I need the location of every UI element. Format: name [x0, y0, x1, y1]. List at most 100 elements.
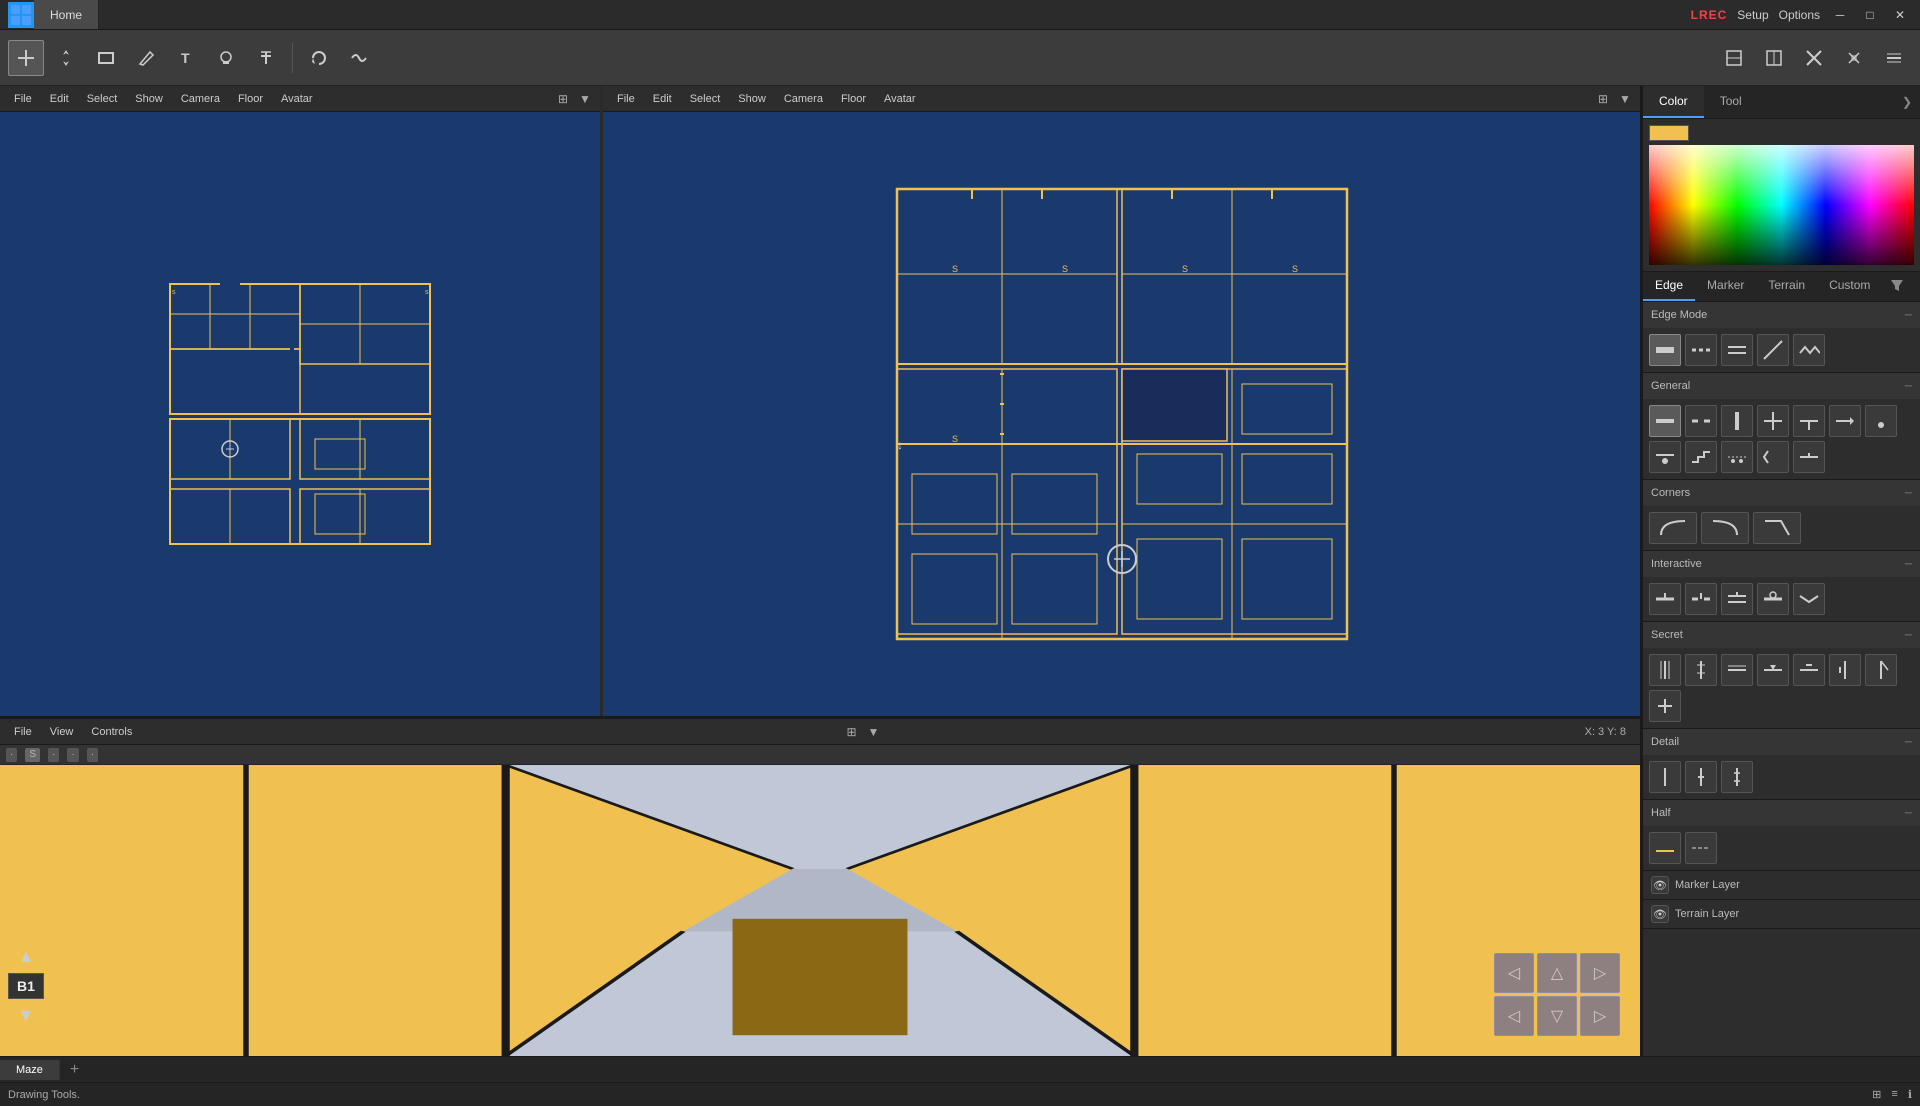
left-menu-show[interactable]: Show: [127, 90, 171, 108]
tool-rotate[interactable]: [301, 40, 337, 76]
timeline-seg-4[interactable]: ·: [67, 748, 78, 762]
edge-dashed[interactable]: [1685, 334, 1717, 366]
color-tab[interactable]: Color: [1643, 86, 1704, 118]
tool-select[interactable]: [8, 40, 44, 76]
half-2[interactable]: [1685, 832, 1717, 864]
gen-wall-gap[interactable]: [1685, 405, 1717, 437]
gen-line-dot[interactable]: [1649, 441, 1681, 473]
right-menu-icon[interactable]: ▼: [1616, 90, 1634, 108]
marker-layer-item[interactable]: 👁 Marker Layer: [1643, 871, 1920, 900]
layers-icon[interactable]: ≡: [1891, 1088, 1897, 1101]
half-header[interactable]: Half ─: [1643, 800, 1920, 826]
color-gradient[interactable]: [1649, 145, 1914, 265]
sec-4[interactable]: [1757, 654, 1789, 686]
nav-left-2[interactable]: ◁: [1494, 996, 1534, 1036]
gen-step[interactable]: [1685, 441, 1717, 473]
left-menu-select[interactable]: Select: [79, 90, 126, 108]
tool-right-1[interactable]: [1716, 40, 1752, 76]
det-1[interactable]: [1649, 761, 1681, 793]
sec-1[interactable]: [1649, 654, 1681, 686]
nav-down[interactable]: ▽: [1537, 996, 1577, 1036]
right-menu-select[interactable]: Select: [682, 90, 729, 108]
gen-dot[interactable]: [1865, 405, 1897, 437]
general-header[interactable]: General ─: [1643, 373, 1920, 399]
half-1[interactable]: [1649, 832, 1681, 864]
bottom-menu-view[interactable]: View: [42, 723, 82, 741]
terrain-tab[interactable]: Terrain: [1756, 272, 1817, 301]
gen-dots-line[interactable]: [1721, 441, 1753, 473]
gen-pillar[interactable]: [1721, 405, 1753, 437]
maze-tab[interactable]: Maze: [0, 1060, 60, 1080]
tool-pin[interactable]: [248, 40, 284, 76]
tool-right-2[interactable]: [1756, 40, 1792, 76]
edge-tab[interactable]: Edge: [1643, 272, 1695, 301]
sec-plus[interactable]: [1649, 690, 1681, 722]
info-icon[interactable]: ℹ: [1908, 1088, 1912, 1101]
style-filter[interactable]: [1882, 272, 1912, 301]
right-viewport-canvas[interactable]: S S S S S ↕: [603, 112, 1640, 716]
marker-tab[interactable]: Marker: [1695, 272, 1756, 301]
secret-header[interactable]: Secret ─: [1643, 622, 1920, 648]
terrain-layer-eye[interactable]: 👁: [1651, 905, 1669, 923]
right-expand-icon[interactable]: ⊞: [1594, 90, 1612, 108]
terrain-layer-item[interactable]: 👁 Terrain Layer: [1643, 900, 1920, 929]
gen-t-cross[interactable]: [1793, 405, 1825, 437]
tool-tab[interactable]: Tool: [1704, 86, 1758, 118]
gen-cross[interactable]: [1757, 405, 1789, 437]
nav-left-1[interactable]: ◁: [1494, 953, 1534, 993]
nav-right-2[interactable]: ▷: [1580, 996, 1620, 1036]
level-up-arrow[interactable]: ▲: [17, 946, 35, 967]
int-gate[interactable]: [1685, 583, 1717, 615]
bottom-expand-icon[interactable]: ⊞: [842, 723, 860, 741]
tool-right-5[interactable]: [1876, 40, 1912, 76]
left-expand-icon[interactable]: ⊞: [554, 90, 572, 108]
left-menu-camera[interactable]: Camera: [173, 90, 228, 108]
nav-right-1[interactable]: ▷: [1580, 953, 1620, 993]
corners-header[interactable]: Corners ─: [1643, 480, 1920, 506]
right-menu-avatar[interactable]: Avatar: [876, 90, 924, 108]
left-menu-edit[interactable]: Edit: [42, 90, 77, 108]
timeline-seg-5[interactable]: ·: [87, 748, 98, 762]
right-menu-edit[interactable]: Edit: [645, 90, 680, 108]
left-menu-floor[interactable]: Floor: [230, 90, 271, 108]
timeline-seg-3[interactable]: ·: [48, 748, 59, 762]
edge-double[interactable]: [1721, 334, 1753, 366]
color-swatch[interactable]: [1649, 125, 1689, 141]
close-button[interactable]: ✕: [1890, 5, 1910, 25]
edge-solid[interactable]: [1649, 334, 1681, 366]
marker-layer-eye[interactable]: 👁: [1651, 876, 1669, 894]
level-down-arrow[interactable]: ▼: [17, 1005, 35, 1026]
right-menu-floor[interactable]: Floor: [833, 90, 874, 108]
custom-tab[interactable]: Custom: [1817, 272, 1882, 301]
sec-2[interactable]: [1685, 654, 1717, 686]
corner-round-left[interactable]: [1649, 512, 1697, 544]
bottom-menu-file[interactable]: File: [6, 723, 40, 741]
timeline-seg-s[interactable]: S: [25, 748, 40, 762]
det-2[interactable]: [1685, 761, 1717, 793]
tool-special[interactable]: [341, 40, 377, 76]
right-menu-show[interactable]: Show: [730, 90, 774, 108]
bottom-menu-icon[interactable]: ▼: [864, 723, 882, 741]
right-menu-file[interactable]: File: [609, 90, 643, 108]
options-link[interactable]: Options: [1779, 8, 1820, 22]
timeline-seg-1[interactable]: ·: [6, 748, 17, 762]
left-viewport-canvas[interactable]: s s: [0, 112, 600, 716]
tool-right-3[interactable]: [1796, 40, 1832, 76]
corner-round-right[interactable]: [1701, 512, 1749, 544]
grid-icon[interactable]: ⊞: [1872, 1088, 1881, 1101]
left-menu-avatar[interactable]: Avatar: [273, 90, 321, 108]
tool-move[interactable]: [48, 40, 84, 76]
left-menu-icon[interactable]: ▼: [576, 90, 594, 108]
left-menu-file[interactable]: File: [6, 90, 40, 108]
add-tab-button[interactable]: +: [60, 1057, 89, 1083]
corner-bevel[interactable]: [1753, 512, 1801, 544]
right-menu-camera[interactable]: Camera: [776, 90, 831, 108]
sec-3[interactable]: [1721, 654, 1753, 686]
int-window[interactable]: [1721, 583, 1753, 615]
tool-right-4[interactable]: [1836, 40, 1872, 76]
int-secret[interactable]: [1757, 583, 1789, 615]
detail-header[interactable]: Detail ─: [1643, 729, 1920, 755]
tool-stamp[interactable]: [208, 40, 244, 76]
gen-line-tick[interactable]: [1793, 441, 1825, 473]
edge-zigzag[interactable]: [1793, 334, 1825, 366]
